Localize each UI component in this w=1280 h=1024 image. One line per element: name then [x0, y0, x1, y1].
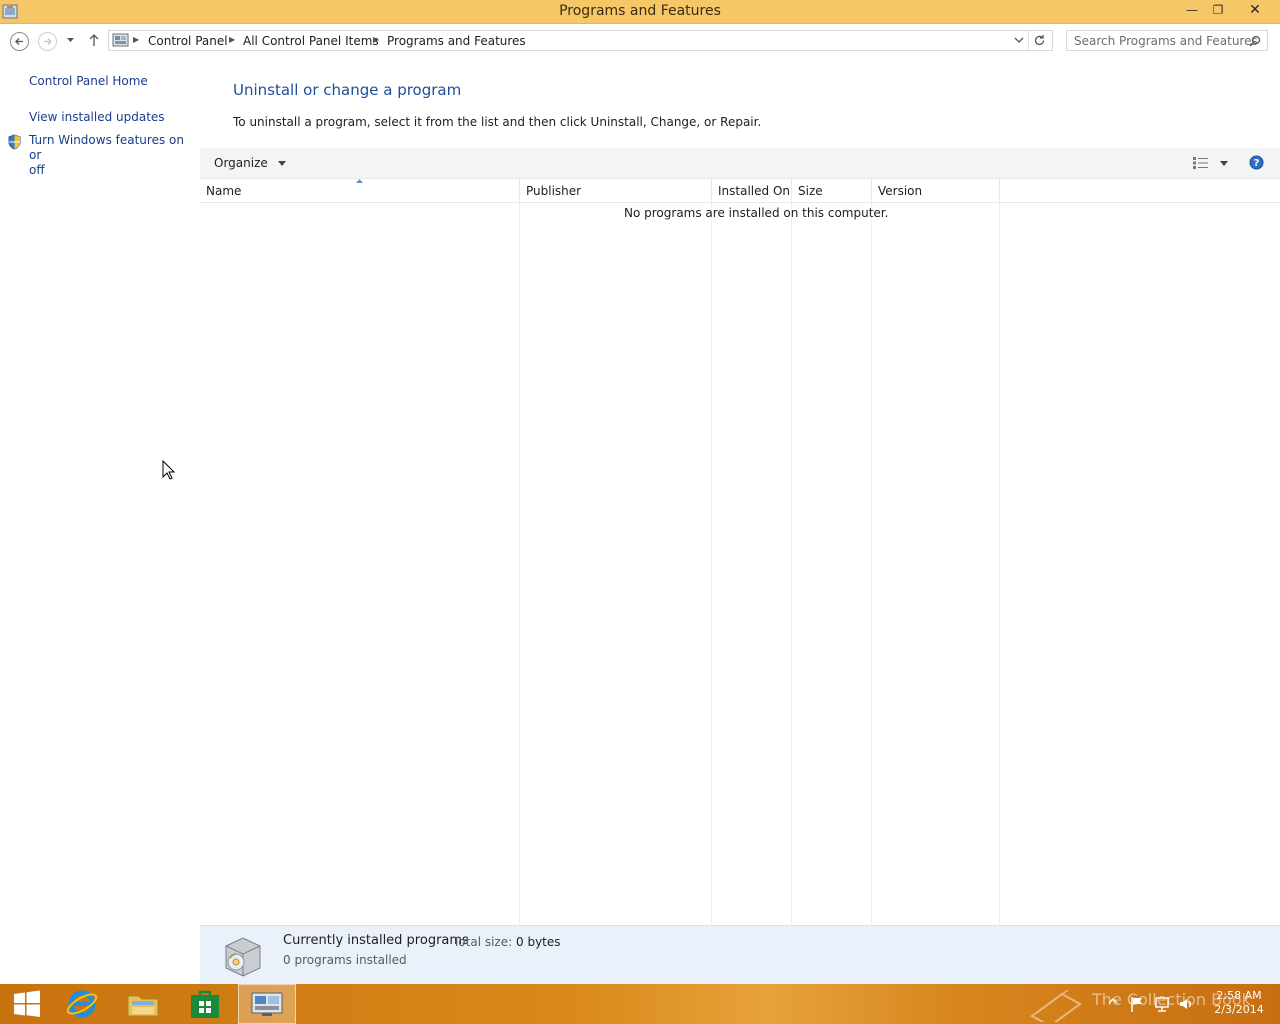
- turn-windows-features-line2: off: [29, 163, 45, 177]
- column-installed-on[interactable]: Installed On: [718, 184, 790, 198]
- show-hidden-icons-icon[interactable]: [1108, 996, 1118, 1006]
- file-explorer-button[interactable]: [116, 984, 170, 1024]
- command-bar: Organize ?: [200, 148, 1280, 179]
- file-explorer-icon: [127, 995, 159, 1017]
- programs-count: 0 programs installed: [283, 953, 407, 967]
- forward-arrow-icon: [44, 38, 52, 45]
- navigation-bar: ▶ Control Panel ▶ All Control Panel Item…: [0, 24, 1280, 58]
- up-arrow-icon[interactable]: [88, 33, 100, 47]
- close-button[interactable]: ✕: [1240, 0, 1270, 21]
- details-title: Currently installed programs: [283, 933, 469, 948]
- column-gridline: [871, 203, 872, 925]
- control-panel-icon: [112, 33, 129, 47]
- task-pane: Control Panel Home View installed update…: [0, 58, 200, 984]
- mouse-cursor-icon: [162, 460, 175, 480]
- help-icon[interactable]: ?: [1249, 155, 1264, 170]
- window-title: Programs and Features: [559, 3, 721, 19]
- main-content: Uninstall or change a program To uninsta…: [200, 58, 1280, 985]
- instructions-text: To uninstall a program, select it from t…: [233, 115, 762, 129]
- control-panel-home-link[interactable]: Control Panel Home: [29, 74, 148, 88]
- column-separator[interactable]: [791, 178, 792, 202]
- internet-explorer-icon: [66, 990, 98, 1018]
- minimize-button[interactable]: —: [1178, 0, 1206, 21]
- breadcrumb-control-panel[interactable]: Control Panel: [148, 34, 228, 48]
- column-header-row: Name Publisher Installed On Size Version: [200, 178, 1280, 203]
- control-panel-icon: [251, 992, 283, 1016]
- refresh-icon[interactable]: [1033, 34, 1046, 47]
- store-icon: [191, 990, 219, 1018]
- clock-date: 2/3/2014: [1214, 1003, 1264, 1016]
- network-icon[interactable]: [1154, 996, 1170, 1012]
- start-icon: [14, 990, 40, 1017]
- column-version[interactable]: Version: [878, 184, 922, 198]
- column-size[interactable]: Size: [798, 184, 823, 198]
- breadcrumb-separator[interactable]: ▶: [373, 35, 379, 44]
- column-publisher[interactable]: Publisher: [526, 184, 581, 198]
- organize-label: Organize: [214, 156, 268, 170]
- breadcrumb-programs-and-features[interactable]: Programs and Features: [387, 34, 526, 48]
- store-button[interactable]: [178, 984, 232, 1024]
- column-name[interactable]: Name: [206, 184, 241, 198]
- internet-explorer-button[interactable]: [55, 984, 109, 1024]
- system-clock[interactable]: 2:58 AM 2/3/2014: [1204, 989, 1274, 1017]
- chevron-down-icon: [277, 161, 286, 166]
- action-center-flag-icon[interactable]: [1130, 996, 1144, 1012]
- title-bar: Programs and Features — ❐ ✕: [0, 0, 1280, 24]
- address-divider: [1028, 31, 1029, 50]
- back-arrow-icon: [15, 38, 23, 45]
- svg-text:?: ?: [1254, 158, 1260, 169]
- taskbar: The Collection Book 2:58 AM 2/3/2014: [0, 984, 1280, 1024]
- turn-windows-features-link[interactable]: Turn Windows features on or off: [29, 133, 200, 178]
- column-separator[interactable]: [871, 178, 872, 202]
- maximize-button[interactable]: ❐: [1204, 0, 1232, 21]
- forward-button[interactable]: [38, 32, 57, 51]
- column-separator[interactable]: [519, 178, 520, 202]
- search-icon[interactable]: [1249, 35, 1261, 47]
- control-panel-taskbar-button[interactable]: [238, 984, 296, 1024]
- back-button[interactable]: [10, 32, 29, 51]
- breadcrumb-separator[interactable]: ▶: [229, 35, 235, 44]
- sort-ascending-icon: [356, 179, 363, 183]
- column-gridline: [999, 203, 1000, 925]
- column-gridline: [791, 203, 792, 925]
- installed-programs-icon: [225, 937, 261, 977]
- address-dropdown-icon[interactable]: [1014, 35, 1024, 45]
- column-separator[interactable]: [711, 178, 712, 202]
- start-button[interactable]: [0, 984, 54, 1024]
- column-gridline: [711, 203, 712, 925]
- address-bar[interactable]: ▶ Control Panel ▶ All Control Panel Item…: [108, 30, 1053, 51]
- organize-button[interactable]: Organize: [214, 156, 286, 170]
- change-view-icon[interactable]: [1193, 157, 1209, 169]
- empty-list-message: No programs are installed on this comput…: [624, 206, 889, 220]
- view-options-dropdown-icon[interactable]: [1220, 161, 1228, 166]
- turn-windows-features-line1: Turn Windows features on or: [29, 133, 184, 162]
- details-pane: Currently installed programs Total size:…: [200, 925, 1280, 985]
- search-input[interactable]: Search Programs and Features: [1066, 30, 1268, 51]
- total-size-label: Total size:: [453, 935, 513, 949]
- view-installed-updates-link[interactable]: View installed updates: [29, 110, 165, 124]
- search-placeholder: Search Programs and Features: [1074, 34, 1258, 48]
- clock-time: 2:58 AM: [1216, 989, 1262, 1002]
- column-separator[interactable]: [999, 178, 1000, 202]
- recent-locations-icon[interactable]: [66, 37, 75, 43]
- breadcrumb-all-control-panel-items[interactable]: All Control Panel Items: [243, 34, 379, 48]
- column-gridline: [519, 203, 520, 925]
- volume-icon[interactable]: [1178, 996, 1194, 1012]
- breadcrumb-separator[interactable]: ▶: [133, 35, 139, 44]
- uac-shield-icon: [8, 134, 21, 150]
- page-title: Uninstall or change a program: [233, 81, 462, 99]
- total-size-value: 0 bytes: [516, 935, 561, 949]
